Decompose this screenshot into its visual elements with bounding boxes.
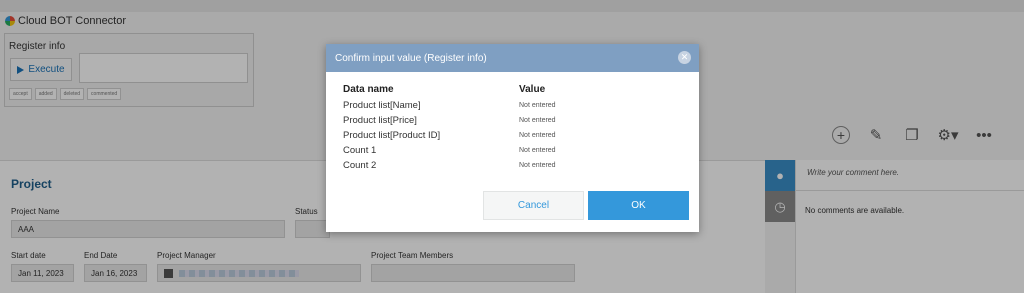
ok-button[interactable]: OK [588,191,689,220]
row-value: Not entered [519,162,556,169]
row-name: Count 1 [343,145,377,156]
col-value: Value [519,84,546,95]
row-name: Product list[Product ID] [343,130,441,141]
col-data-name: Data name [343,84,394,95]
dialog-title: Confirm input value (Register info) [335,52,487,64]
cancel-button[interactable]: Cancel [483,191,584,220]
row-value: Not entered [519,102,556,109]
confirm-dialog: Confirm input value (Register info) ✕ Da… [326,44,699,232]
dialog-header: Confirm input value (Register info) ✕ [326,44,699,72]
row-value: Not entered [519,147,556,154]
row-name: Product list[Price] [343,115,417,126]
row-value: Not entered [519,132,556,139]
row-value: Not entered [519,117,556,124]
row-name: Count 2 [343,160,377,171]
close-icon[interactable]: ✕ [678,51,691,64]
row-name: Product list[Name] [343,100,421,111]
